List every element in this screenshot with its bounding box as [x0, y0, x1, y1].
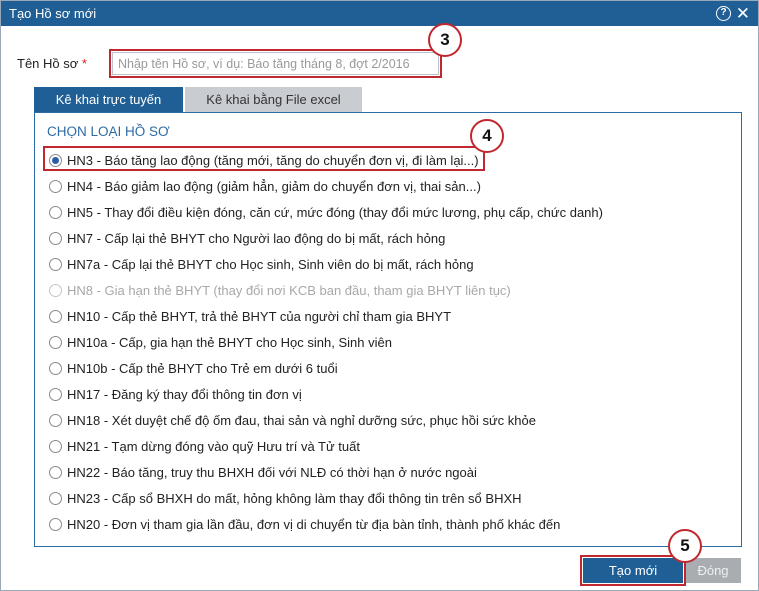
radio-unchecked-icon[interactable]: [49, 387, 62, 401]
dossier-type-option-label: HN7a - Cấp lại thẻ BHYT cho Học sinh, Si…: [67, 256, 474, 272]
create-button[interactable]: Tạo mới: [583, 558, 683, 583]
radio-unchecked-icon[interactable]: [49, 231, 62, 245]
dossier-type-option-label: HN4 - Báo giảm lao động (giảm hẳn, giảm …: [67, 178, 481, 194]
section-title: CHỌN LOẠI HỒ SƠ: [47, 124, 170, 139]
dossier-name-label-text: Tên Hồ sơ: [17, 56, 79, 71]
dossier-type-option-label: HN10a - Cấp, gia hạn thẻ BHYT cho Học si…: [67, 334, 392, 350]
dossier-type-option[interactable]: HN10 - Cấp thẻ BHYT, trả thẻ BHYT của ng…: [49, 303, 603, 329]
radio-unchecked-icon[interactable]: [49, 309, 62, 323]
dossier-name-input[interactable]: [112, 52, 439, 75]
dossier-type-option-label: HN10b - Cấp thẻ BHYT cho Trẻ em dưới 6 t…: [67, 360, 338, 376]
help-icon[interactable]: ?: [716, 6, 731, 21]
dialog-titlebar: Tạo Hồ sơ mới ? ✕: [1, 1, 758, 26]
radio-unchecked-icon[interactable]: [49, 335, 62, 349]
dossier-type-option-label: HN17 - Đăng ký thay đổi thông tin đơn vị: [67, 386, 302, 402]
dossier-type-option[interactable]: HN10a - Cấp, gia hạn thẻ BHYT cho Học si…: [49, 329, 603, 355]
dossier-type-option[interactable]: HN7 - Cấp lại thẻ BHYT cho Người lao độn…: [49, 225, 603, 251]
radio-unchecked-icon[interactable]: [49, 439, 62, 453]
dossier-type-option[interactable]: HN4 - Báo giảm lao động (giảm hẳn, giảm …: [49, 173, 603, 199]
dossier-type-option-label: HN5 - Thay đổi điều kiện đóng, căn cứ, m…: [67, 204, 603, 220]
callout-step-3: 3: [428, 23, 462, 57]
radio-checked-icon[interactable]: [49, 153, 62, 167]
dossier-type-option[interactable]: HN3 - Báo tăng lao động (tăng mới, tăng …: [49, 147, 603, 173]
radio-unchecked-icon[interactable]: [49, 257, 62, 271]
callout-step-5: 5: [668, 529, 702, 563]
dossier-type-option[interactable]: HN18 - Xét duyệt chế độ ốm đau, thai sản…: [49, 407, 603, 433]
dossier-type-option: HN8 - Gia hạn thẻ BHYT (thay đổi nơi KCB…: [49, 277, 603, 303]
dossier-type-option[interactable]: HN23 - Cấp sổ BHXH do mất, hỏng không là…: [49, 485, 603, 511]
radio-unchecked-icon[interactable]: [49, 491, 62, 505]
dossier-type-option-label: HN7 - Cấp lại thẻ BHYT cho Người lao độn…: [67, 230, 446, 246]
callout-step-4: 4: [470, 119, 504, 153]
tab-excel-declaration[interactable]: Kê khai bằng File excel: [185, 87, 362, 112]
dossier-name-label: Tên Hồ sơ *: [17, 56, 87, 71]
dossier-type-list: HN3 - Báo tăng lao động (tăng mới, tăng …: [49, 147, 603, 537]
radio-unchecked-icon[interactable]: [49, 205, 62, 219]
dossier-type-option[interactable]: HN5 - Thay đổi điều kiện đóng, căn cứ, m…: [49, 199, 603, 225]
dossier-type-option[interactable]: HN22 - Báo tăng, truy thu BHXH đối với N…: [49, 459, 603, 485]
dossier-type-option-label: HN20 - Đơn vị tham gia lần đầu, đơn vị d…: [67, 516, 561, 532]
dossier-type-option[interactable]: HN7a - Cấp lại thẻ BHYT cho Học sinh, Si…: [49, 251, 603, 277]
dossier-type-option-label: HN3 - Báo tăng lao động (tăng mới, tăng …: [67, 152, 479, 168]
required-mark: *: [81, 56, 87, 71]
dossier-type-option-label: HN10 - Cấp thẻ BHYT, trả thẻ BHYT của ng…: [67, 308, 452, 324]
dossier-type-option[interactable]: HN17 - Đăng ký thay đổi thông tin đơn vị: [49, 381, 603, 407]
radio-unchecked-icon[interactable]: [49, 465, 62, 479]
close-button[interactable]: Đóng: [685, 558, 741, 583]
radio-unchecked-icon[interactable]: [49, 361, 62, 375]
tab-online-declaration[interactable]: Kê khai trực tuyến: [34, 87, 183, 112]
dossier-type-option[interactable]: HN10b - Cấp thẻ BHYT cho Trẻ em dưới 6 t…: [49, 355, 603, 381]
dossier-type-option-label: HN21 - Tạm dừng đóng vào quỹ Hưu trí và …: [67, 438, 360, 454]
dossier-type-option-label: HN22 - Báo tăng, truy thu BHXH đối với N…: [67, 464, 477, 480]
dossier-type-option-label: HN18 - Xét duyệt chế độ ốm đau, thai sản…: [67, 412, 536, 428]
dialog-title: Tạo Hồ sơ mới: [9, 6, 97, 21]
dossier-type-option[interactable]: HN20 - Đơn vị tham gia lần đầu, đơn vị d…: [49, 511, 603, 537]
radio-unchecked-icon[interactable]: [49, 179, 62, 193]
close-icon[interactable]: ✕: [736, 1, 750, 26]
create-dossier-dialog: Tạo Hồ sơ mới ? ✕ Tên Hồ sơ * 3 Kê khai …: [0, 0, 759, 591]
radio-unchecked-icon[interactable]: [49, 517, 62, 531]
dossier-type-option[interactable]: HN21 - Tạm dừng đóng vào quỹ Hưu trí và …: [49, 433, 603, 459]
dossier-type-option-label: HN23 - Cấp sổ BHXH do mất, hỏng không là…: [67, 490, 522, 506]
dossier-type-option-label: HN8 - Gia hạn thẻ BHYT (thay đổi nơi KCB…: [67, 282, 511, 298]
radio-unchecked-icon: [49, 283, 62, 297]
radio-unchecked-icon[interactable]: [49, 413, 62, 427]
